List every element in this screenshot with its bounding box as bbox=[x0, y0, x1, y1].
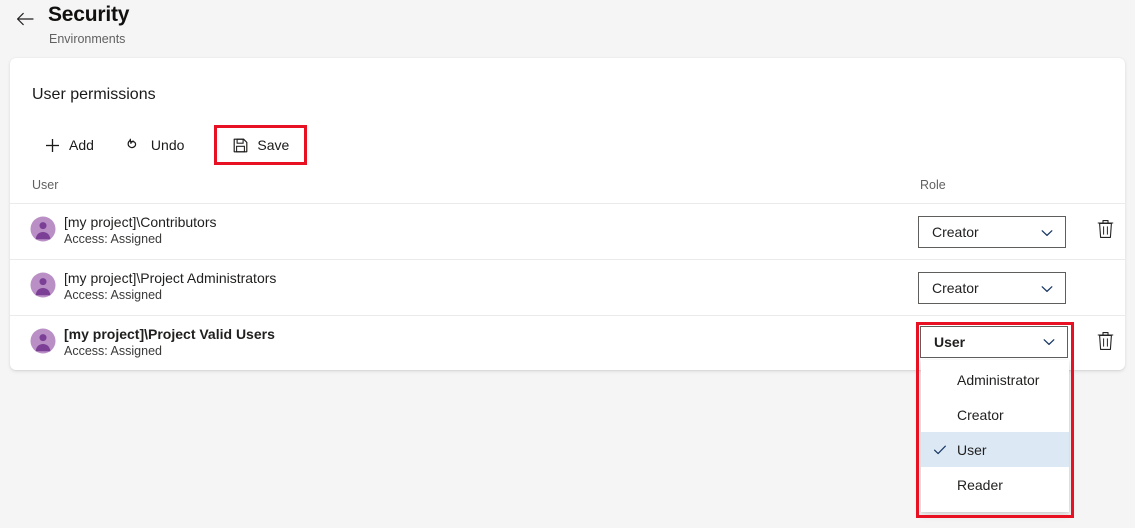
user-permissions-card: User permissions Add Undo Save User Role… bbox=[10, 58, 1125, 370]
dropdown-option-label: User bbox=[957, 441, 987, 458]
dropdown-option-reader[interactable]: Reader bbox=[921, 467, 1069, 502]
group-avatar-icon bbox=[30, 328, 56, 354]
dropdown-option-label: Administrator bbox=[957, 371, 1040, 388]
row-access-label: Access: Assigned bbox=[64, 232, 162, 246]
delete-row-button[interactable] bbox=[1096, 218, 1116, 240]
chevron-down-icon bbox=[1042, 335, 1056, 349]
back-button[interactable] bbox=[14, 8, 36, 30]
trash-icon bbox=[1097, 332, 1114, 350]
trash-icon bbox=[1097, 220, 1114, 238]
chevron-down-icon bbox=[1040, 226, 1054, 240]
column-header-user: User bbox=[32, 178, 59, 192]
role-select[interactable]: Creator bbox=[918, 216, 1066, 248]
table-row[interactable]: [my project]\Project Administrators Acce… bbox=[10, 260, 1125, 315]
undo-arrow-icon bbox=[126, 137, 142, 153]
role-select-value: Creator bbox=[932, 224, 979, 240]
group-avatar-icon bbox=[30, 272, 56, 298]
dropdown-option-label: Reader bbox=[957, 476, 1003, 493]
group-avatar-icon bbox=[30, 216, 56, 242]
card-title: User permissions bbox=[32, 86, 156, 103]
page-title: Security bbox=[48, 3, 130, 26]
row-user-name: [my project]\Contributors bbox=[64, 214, 217, 230]
dropdown-option-creator[interactable]: Creator bbox=[921, 397, 1069, 432]
plus-icon bbox=[44, 137, 60, 153]
role-dropdown-panel: Administrator Creator User Reader bbox=[921, 360, 1069, 512]
add-button[interactable]: Add bbox=[32, 129, 106, 161]
floppy-disk-save-icon bbox=[232, 137, 248, 153]
dropdown-option-administrator[interactable]: Administrator bbox=[921, 362, 1069, 397]
undo-button-label: Undo bbox=[150, 137, 185, 153]
role-select-value: User bbox=[934, 334, 966, 350]
role-select-open[interactable]: User bbox=[920, 326, 1068, 358]
row-access-label: Access: Assigned bbox=[64, 288, 162, 302]
save-button[interactable]: Save bbox=[214, 125, 308, 165]
undo-button[interactable]: Undo bbox=[114, 129, 196, 161]
dropdown-option-label: Creator bbox=[957, 406, 1004, 423]
page-subtitle: Environments bbox=[49, 32, 126, 46]
arrow-left-icon bbox=[17, 12, 34, 26]
role-select-value: Creator bbox=[932, 280, 979, 296]
role-select[interactable]: Creator bbox=[918, 272, 1066, 304]
toolbar: Add Undo Save bbox=[32, 125, 311, 165]
check-icon bbox=[933, 443, 947, 457]
page-header: Security Environments bbox=[0, 0, 1135, 58]
chevron-down-icon bbox=[1040, 282, 1054, 296]
add-button-label: Add bbox=[69, 137, 94, 153]
column-headers: User Role bbox=[10, 172, 1125, 203]
row-access-label: Access: Assigned bbox=[64, 344, 162, 358]
dropdown-option-user[interactable]: User bbox=[921, 432, 1069, 467]
delete-row-button[interactable] bbox=[1096, 330, 1116, 352]
table-row[interactable]: [my project]\Contributors Access: Assign… bbox=[10, 204, 1125, 259]
row-user-name: [my project]\Project Valid Users bbox=[64, 326, 275, 342]
row-user-name: [my project]\Project Administrators bbox=[64, 270, 277, 286]
column-header-role: Role bbox=[920, 178, 946, 192]
save-button-label: Save bbox=[257, 137, 290, 153]
